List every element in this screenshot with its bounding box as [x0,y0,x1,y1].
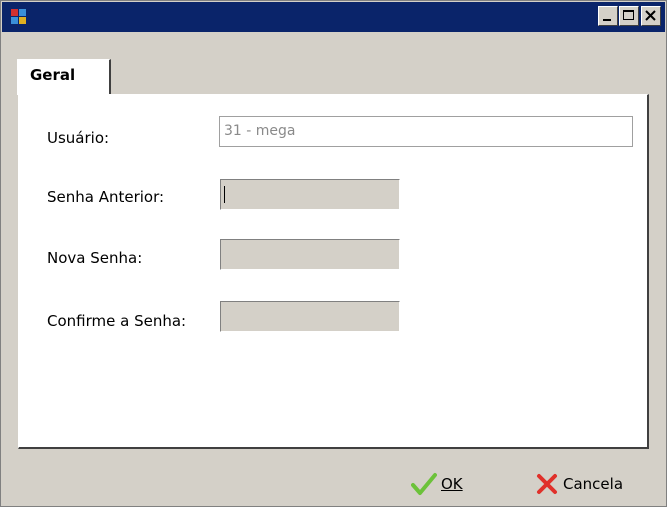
ok-button[interactable]: OK [411,471,463,497]
button-bar: OK Cancela [8,459,658,503]
old-password-field[interactable] [220,179,400,210]
user-label: Usuário: [47,129,110,147]
new-password-field[interactable] [220,239,400,270]
tab-geral[interactable]: Geral [17,59,111,95]
cancel-label: Cancela [563,475,624,493]
app-icon [11,9,27,25]
user-field[interactable]: 31 - mega [219,116,633,147]
tab-panel-geral [18,94,649,449]
close-button[interactable] [641,6,661,26]
maximize-icon [623,10,634,20]
title-bar[interactable] [2,2,665,32]
minimize-icon [603,19,611,21]
confirm-password-label: Confirme a Senha: [47,312,187,330]
cancel-button[interactable]: Cancela [535,471,623,497]
text-caret [224,186,225,203]
new-password-label: Nova Senha: [47,249,143,267]
x-icon [537,474,557,494]
old-password-label: Senha Anterior: [47,188,165,206]
minimize-button[interactable] [598,6,618,26]
confirm-password-field[interactable] [220,301,400,332]
maximize-button[interactable] [619,6,639,26]
close-icon [645,10,656,21]
check-icon [411,473,437,495]
window: Geral Usuário: 31 - mega Senha Anterior:… [0,0,667,507]
ok-label: OK [441,475,463,493]
